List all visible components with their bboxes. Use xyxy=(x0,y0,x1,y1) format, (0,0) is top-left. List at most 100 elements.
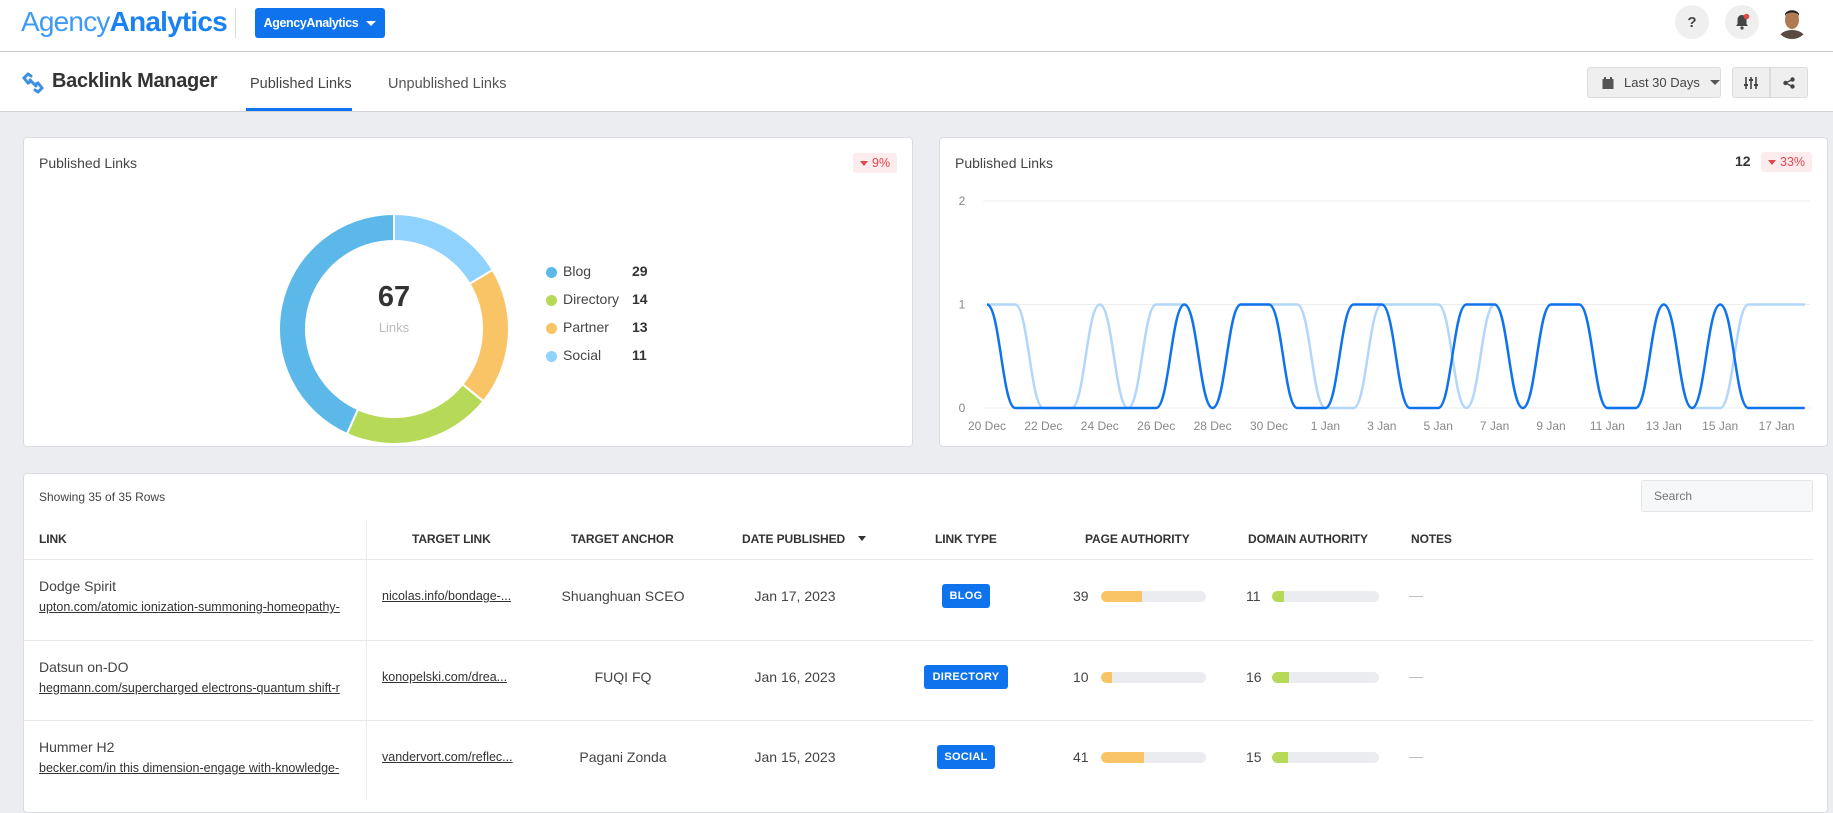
logo[interactable]: AgencyAnalytics xyxy=(21,6,228,38)
donut-total-label: Links xyxy=(378,320,410,335)
share-icon xyxy=(1783,76,1795,89)
y-tick-label: 1 xyxy=(959,298,966,312)
link-title: Datsun on-DO xyxy=(39,658,129,675)
legend-label: Partner xyxy=(563,319,609,335)
col-header-target-link[interactable]: TARGET LINK xyxy=(412,532,491,546)
change-badge: 9% xyxy=(853,153,898,173)
domain-authority-bar xyxy=(1272,752,1379,763)
y-tick-label: 2 xyxy=(959,194,966,208)
page-authority-value: 10 xyxy=(1073,668,1089,685)
domain-authority-bar xyxy=(1272,671,1379,683)
page-authority-value: 39 xyxy=(1073,588,1089,604)
row-divider xyxy=(23,639,1813,641)
date-published: Jan 16, 2023 xyxy=(754,668,836,685)
target-link[interactable]: nicolas.info/bondage-... xyxy=(382,589,511,603)
account-switcher-button[interactable]: AgencyAnalytics xyxy=(255,8,385,38)
page-header: Backlink Manager Published Links Unpubli… xyxy=(0,52,1833,112)
legend-value: 11 xyxy=(632,347,647,363)
tab-published-links[interactable]: Published Links xyxy=(250,76,352,92)
legend-dot-directory xyxy=(546,295,557,306)
x-tick-label: 1 Jan xyxy=(1311,419,1340,433)
col-header-notes[interactable]: NOTES xyxy=(1411,532,1452,546)
change-value: 9% xyxy=(872,156,891,170)
x-tick-label: 3 Jan xyxy=(1367,419,1396,433)
card-title: Published Links xyxy=(39,155,138,171)
legend-dot-social xyxy=(546,351,557,362)
sort-desc-icon xyxy=(858,536,867,541)
line-chart-card: Published Links 12 33% 0 1 2 20 Dec 22 Dec 24… xyxy=(939,137,1828,447)
x-tick-label: 9 Jan xyxy=(1536,419,1565,433)
link-title: Hummer H2 xyxy=(39,739,115,755)
target-link[interactable]: konopelski.com/drea... xyxy=(382,670,507,684)
x-tick-label: 20 Dec xyxy=(968,419,1006,433)
x-tick-label: 30 Dec xyxy=(1250,419,1288,433)
search-input[interactable] xyxy=(1641,480,1813,512)
page-authority-value: 41 xyxy=(1073,749,1089,765)
header-label: DATE PUBLISHED xyxy=(742,532,846,546)
donut-slice-directory[interactable] xyxy=(345,382,485,445)
target-link[interactable]: vandervort.com/reflec... xyxy=(382,750,513,764)
y-tick-label: 0 xyxy=(959,401,966,415)
line-chart: 0 1 2 20 Dec 22 Dec 24 Dec 26 Dec 28 Dec 30 Dec 1… xyxy=(959,194,1810,433)
notifications-button[interactable] xyxy=(1725,5,1759,39)
link-url[interactable]: hegmann.com/supercharged electrons-quant… xyxy=(39,681,352,695)
x-tick-label: 26 Dec xyxy=(1137,419,1175,433)
x-tick-label: 28 Dec xyxy=(1194,419,1232,433)
x-tick-label: 22 Dec xyxy=(1024,419,1062,433)
col-header-domain-authority[interactable]: DOMAIN AUTHORITY xyxy=(1248,532,1368,546)
col-header-date-published[interactable]: DATE PUBLISHED xyxy=(742,532,867,546)
legend-dot-partner xyxy=(546,323,557,334)
date-published: Jan 17, 2023 xyxy=(754,588,836,604)
active-tab-indicator xyxy=(246,108,352,111)
col-header-target-anchor[interactable]: TARGET ANCHOR xyxy=(571,532,674,546)
share-button[interactable] xyxy=(1770,67,1808,98)
col-header-page-authority[interactable]: PAGE AUTHORITY xyxy=(1085,532,1190,546)
sliders-icon xyxy=(1744,76,1758,89)
tab-unpublished-links[interactable]: Unpublished Links xyxy=(388,76,507,92)
col-header-link-type[interactable]: LINK TYPE xyxy=(935,532,997,546)
notes-empty: — xyxy=(1409,667,1423,684)
link-url[interactable]: upton.com/atomic ionization-summoning-ho… xyxy=(39,600,352,614)
legend-value: 14 xyxy=(632,291,648,307)
row-count: Showing 35 of 35 Rows xyxy=(39,490,166,504)
legend-value: 29 xyxy=(632,263,648,279)
date-range-picker[interactable]: Last 30 Days xyxy=(1587,67,1721,98)
calendar-icon xyxy=(1602,76,1614,89)
domain-authority-value: 15 xyxy=(1246,749,1262,765)
notes-empty: — xyxy=(1409,748,1423,764)
question-icon: ? xyxy=(1687,13,1697,31)
link-type-badge: DIRECTORY xyxy=(924,664,1008,689)
domain-authority-value: 11 xyxy=(1246,588,1261,604)
customize-button[interactable] xyxy=(1732,67,1770,98)
target-anchor: Pagani Zonda xyxy=(579,749,667,765)
page-authority-bar xyxy=(1101,671,1206,683)
domain-authority-value: 16 xyxy=(1246,668,1262,685)
donut-chart-card: Published Links 9% 67 Links Blog 29 Direct… xyxy=(23,137,913,447)
legend-label: Blog xyxy=(563,263,592,279)
bell-icon xyxy=(1736,13,1750,30)
legend-label: Directory xyxy=(563,291,620,307)
link-type-badge: SOCIAL xyxy=(937,745,995,769)
col-header-link[interactable]: LINK xyxy=(39,532,67,546)
triangle-down-icon xyxy=(860,160,868,166)
notes-empty: — xyxy=(1409,587,1423,603)
page-authority-bar xyxy=(1101,752,1206,763)
avatar[interactable] xyxy=(1775,5,1809,39)
x-tick-label: 5 Jan xyxy=(1424,419,1453,433)
page-title: Backlink Manager xyxy=(52,70,218,92)
series-line-current xyxy=(986,303,1805,410)
legend-dot-blog xyxy=(546,267,557,278)
account-label: AgencyAnalytics xyxy=(263,16,359,30)
target-anchor: Shuanghuan SCEO xyxy=(561,588,685,604)
donut-slice-social[interactable] xyxy=(393,212,495,286)
date-published: Jan 15, 2023 xyxy=(754,749,836,765)
caret-down-icon xyxy=(366,20,377,26)
x-tick-label: 17 Jan xyxy=(1759,419,1795,433)
divider xyxy=(235,8,236,38)
avatar-image xyxy=(1779,10,1805,39)
link-icon xyxy=(22,72,44,94)
link-url[interactable]: becker.com/in this dimension-engage with… xyxy=(39,761,352,775)
x-tick-label: 15 Jan xyxy=(1702,419,1738,433)
help-button[interactable]: ? xyxy=(1675,5,1709,39)
donut-slice-partner[interactable] xyxy=(461,268,510,403)
